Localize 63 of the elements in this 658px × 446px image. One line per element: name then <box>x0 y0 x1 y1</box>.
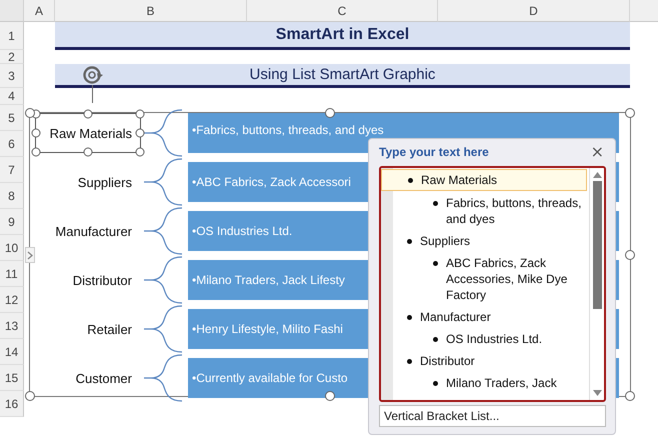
shape-label[interactable]: Suppliers <box>35 162 141 202</box>
resize-handle[interactable] <box>625 391 635 401</box>
scrollbar[interactable] <box>589 168 604 400</box>
row-header[interactable]: 7 <box>0 157 24 183</box>
row-header[interactable]: 11 <box>0 261 24 287</box>
bracket-drawing <box>144 255 184 305</box>
resize-handle[interactable] <box>625 250 635 260</box>
row-header[interactable]: 5 <box>0 105 24 131</box>
bracket-drawing <box>144 157 184 207</box>
scroll-up-icon <box>592 172 602 178</box>
outline-item[interactable]: Distributor <box>381 353 589 369</box>
row-header[interactable]: 16 <box>0 391 24 417</box>
row-header[interactable]: 9 <box>0 209 24 235</box>
resize-handle[interactable] <box>625 108 635 118</box>
row-header[interactable]: 2 <box>0 50 24 64</box>
row-header[interactable]: 15 <box>0 365 24 391</box>
resize-handle[interactable] <box>32 148 40 156</box>
row-header[interactable]: 10 <box>0 235 24 261</box>
shape-label[interactable]: Manufacturer <box>35 211 141 251</box>
bracket-drawing <box>144 108 184 158</box>
row-header[interactable]: 6 <box>0 131 24 157</box>
row-header[interactable]: 13 <box>0 313 24 339</box>
shape-label[interactable]: Distributor <box>35 260 141 300</box>
column-header[interactable]: C <box>247 0 438 22</box>
resize-handle[interactable] <box>32 128 40 138</box>
bracket-drawing <box>144 304 184 354</box>
sheet-title: SmartArt in Excel <box>55 22 630 50</box>
column-header[interactable]: D <box>438 0 630 22</box>
row-header[interactable]: 14 <box>0 339 24 365</box>
expand-pane-tab[interactable] <box>25 247 35 263</box>
column-header[interactable]: A <box>24 0 55 22</box>
row-header[interactable]: 12 <box>0 287 24 313</box>
resize-handle[interactable] <box>136 148 144 156</box>
resize-handle[interactable] <box>136 128 144 138</box>
layout-name-field[interactable]: Vertical Bracket List... <box>379 405 606 427</box>
chevron-right-icon <box>27 250 33 260</box>
sheet-subtitle: Using List SmartArt Graphic <box>55 64 630 88</box>
resize-handle[interactable] <box>84 148 92 156</box>
row-header[interactable]: 1 <box>0 22 24 50</box>
bracket-drawing <box>144 353 184 403</box>
resize-handle[interactable] <box>136 110 144 118</box>
outline-item[interactable]: ABC Fabrics, Zack Accessories, Mike Dye Factory <box>381 255 589 303</box>
outline-item[interactable]: Raw Materials <box>381 169 587 191</box>
outline-item[interactable]: Fabrics, buttons, threads, and dyes <box>381 195 589 227</box>
outline-editor[interactable]: Raw Materials Fabrics, buttons, threads, and dyes Suppliers ABC Fabrics, Zack Accessories, Mike Dye Factory Manufacturer OS Industries Ltd. Distributor Milano Traders, Jack <box>379 166 606 402</box>
column-header[interactable]: B <box>55 0 247 22</box>
rotate-handle-icon[interactable] <box>82 64 104 86</box>
resize-handle[interactable] <box>325 391 335 401</box>
resize-handle[interactable] <box>84 110 92 118</box>
outline-item[interactable]: Milano Traders, Jack <box>381 375 589 391</box>
outline-item[interactable]: Suppliers <box>381 233 589 249</box>
shape-label[interactable]: Customer <box>35 358 141 398</box>
outline-item[interactable]: OS Industries Ltd. <box>381 331 589 347</box>
resize-handle[interactable] <box>25 391 35 401</box>
outline-item[interactable]: Manufacturer <box>381 309 589 325</box>
row-header[interactable]: 4 <box>0 88 24 105</box>
scroll-thumb[interactable] <box>592 181 602 309</box>
row-header[interactable]: 8 <box>0 183 24 209</box>
row-header[interactable]: 3 <box>0 64 24 88</box>
scroll-down-icon <box>592 390 602 396</box>
bracket-drawing <box>144 206 184 256</box>
resize-handle[interactable] <box>325 108 335 118</box>
shape-label[interactable]: Retailer <box>35 309 141 349</box>
